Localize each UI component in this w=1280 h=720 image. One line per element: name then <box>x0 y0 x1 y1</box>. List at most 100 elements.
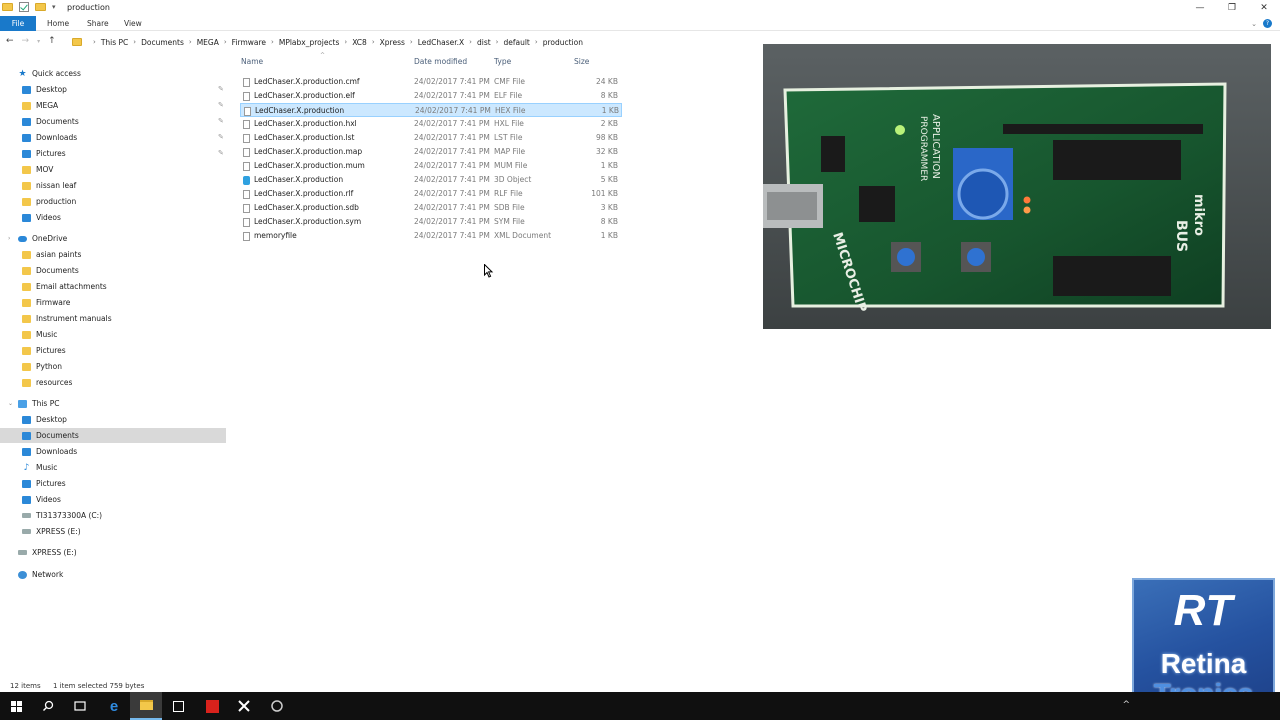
nav-item-firmware[interactable]: Firmware <box>22 295 70 310</box>
nav-quick-access[interactable]: ★ Quick access <box>18 66 80 81</box>
nav-item-email-attachments[interactable]: Email attachments <box>22 279 107 294</box>
breadcrumb-item[interactable]: › MPlabx_projects <box>266 38 339 47</box>
nav-item-videos[interactable]: Videos <box>22 210 61 225</box>
breadcrumb-item[interactable]: › MEGA <box>184 38 219 47</box>
restore-button[interactable]: ❐ <box>1216 0 1248 16</box>
pin-icon[interactable]: ✎ <box>218 133 224 141</box>
expand-chevron-icon[interactable]: › <box>8 235 10 242</box>
crumb-xc8[interactable]: XC8 <box>352 38 367 47</box>
nav-item-resources[interactable]: resources <box>22 375 72 390</box>
tab-view[interactable]: View <box>124 16 142 31</box>
crumb-dist[interactable]: dist <box>477 38 491 47</box>
breadcrumb-item[interactable]: › default <box>491 38 530 47</box>
crumb-default[interactable]: default <box>503 38 529 47</box>
windows-logo-icon[interactable] <box>0 692 32 720</box>
tab-share[interactable]: Share <box>87 16 109 31</box>
file-row[interactable]: LedChaser.X.production 24/02/2017 7:41 PM… <box>240 103 622 117</box>
file-row[interactable]: LedChaser.X.production.mum 24/02/2017 7:4… <box>240 159 622 173</box>
crumb-mplabx-projects[interactable]: MPlabx_projects <box>279 38 340 47</box>
file-row[interactable]: LedChaser.X.production.map 24/02/2017 7:4… <box>240 145 622 159</box>
crumb-this-pc[interactable]: This PC <box>101 38 128 47</box>
close-button[interactable]: ✕ <box>1248 0 1280 16</box>
nav-item-pictures[interactable]: Pictures <box>22 146 66 161</box>
customize-toolbar-icon[interactable]: ▾ <box>52 3 56 11</box>
breadcrumb-item[interactable]: › This PC <box>88 38 128 47</box>
mplab-icon[interactable] <box>228 692 260 720</box>
nav-item-asian-paints[interactable]: asian paints <box>22 247 81 262</box>
file-row[interactable]: LedChaser.X.production.sym 24/02/2017 7:4… <box>240 215 622 229</box>
nav-item-documents[interactable]: Documents <box>22 114 79 129</box>
tray-chevron-icon[interactable]: ^ <box>1122 700 1130 710</box>
nav-item-od-music[interactable]: Music <box>22 327 57 342</box>
column-header-type[interactable]: Type <box>494 57 511 69</box>
crumb-production[interactable]: production <box>543 38 583 47</box>
breadcrumb-item[interactable]: › Xpress <box>367 38 405 47</box>
nav-item-downloads[interactable]: Downloads <box>22 130 77 145</box>
crumb-documents[interactable]: Documents <box>141 38 184 47</box>
help-icon[interactable]: ? <box>1263 19 1272 28</box>
nav-item-pc-documents[interactable]: Documents <box>22 428 79 443</box>
nav-item-pc-pictures[interactable]: Pictures <box>22 476 66 491</box>
nav-network[interactable]: Network <box>18 567 63 582</box>
pin-icon[interactable]: ✎ <box>218 149 224 157</box>
tab-home[interactable]: Home <box>47 16 69 31</box>
pin-icon[interactable]: ✎ <box>218 117 224 125</box>
folder-icon[interactable] <box>2 3 13 11</box>
nav-item-desktop[interactable]: Desktop <box>22 82 67 97</box>
up-arrow-icon[interactable]: ↑ <box>48 36 56 46</box>
nav-onedrive[interactable]: OneDrive <box>18 231 67 246</box>
crumb-mega[interactable]: MEGA <box>197 38 219 47</box>
file-row[interactable]: LedChaser.X.production.sdb 24/02/2017 7:4… <box>240 201 622 215</box>
crumb-firmware[interactable]: Firmware <box>232 38 266 47</box>
file-row[interactable]: LedChaser.X.production.rlf 24/02/2017 7:4… <box>240 187 622 201</box>
pin-icon[interactable]: ✎ <box>218 85 224 93</box>
breadcrumb-item[interactable]: › Documents <box>128 38 184 47</box>
expand-ribbon-icon[interactable]: ⌄ <box>1251 20 1257 28</box>
tab-file[interactable]: File <box>0 16 36 31</box>
nav-item-instrument-manuals[interactable]: Instrument manuals <box>22 311 112 326</box>
nav-xpress-drive[interactable]: XPRESS (E:) <box>18 545 77 560</box>
forward-arrow-icon[interactable]: → <box>22 36 30 46</box>
nav-item-drive-e[interactable]: XPRESS (E:) <box>22 524 81 539</box>
file-row[interactable]: LedChaser.X.production.cmf 24/02/2017 7:4… <box>240 75 622 89</box>
nav-item-pc-videos[interactable]: Videos <box>22 492 61 507</box>
column-header-name[interactable]: Name <box>241 57 263 69</box>
nav-item-pc-desktop[interactable]: Desktop <box>22 412 67 427</box>
column-header-date[interactable]: Date modified <box>414 57 467 69</box>
breadcrumb-item[interactable]: › XC8 <box>339 38 366 47</box>
file-explorer-icon[interactable] <box>130 692 162 720</box>
properties-icon[interactable] <box>19 2 29 12</box>
pin-icon[interactable]: ✎ <box>218 101 224 109</box>
nav-this-pc[interactable]: This PC <box>18 396 59 411</box>
recent-locations-icon[interactable]: ▾ <box>37 38 40 46</box>
file-row[interactable]: LedChaser.X.production 24/02/2017 7:41 PM… <box>240 173 622 187</box>
nav-item-mega[interactable]: MEGA <box>22 98 58 113</box>
task-view-icon[interactable] <box>64 692 96 720</box>
breadcrumb-item[interactable]: › production <box>530 38 583 47</box>
file-row[interactable]: memoryfile 24/02/2017 7:41 PM XML Document… <box>240 229 622 243</box>
nav-item-production[interactable]: production <box>22 194 76 209</box>
nav-item-nissan-leaf[interactable]: nissan leaf <box>22 178 76 193</box>
crumb-xpress[interactable]: Xpress <box>380 38 405 47</box>
nav-item-python[interactable]: Python <box>22 359 62 374</box>
nav-item-od-documents[interactable]: Documents <box>22 263 79 278</box>
nav-item-mov[interactable]: MOV <box>22 162 53 177</box>
file-row[interactable]: LedChaser.X.production.hxl 24/02/2017 7:4… <box>240 117 622 131</box>
breadcrumb[interactable]: › This PC › Documents › MEGA › Firmware › MPl… <box>72 34 583 50</box>
minimize-button[interactable]: — <box>1184 0 1216 16</box>
nav-item-od-pictures[interactable]: Pictures <box>22 343 66 358</box>
expand-chevron-icon[interactable]: ⌄ <box>8 400 13 407</box>
acrobat-icon[interactable] <box>196 692 228 720</box>
crumb-ledchaser[interactable]: LedChaser.X <box>418 38 464 47</box>
edge-icon[interactable]: e <box>98 692 130 720</box>
column-header-size[interactable]: Size <box>574 57 589 69</box>
file-row[interactable]: LedChaser.X.production.elf 24/02/2017 7:4… <box>240 89 622 103</box>
search-icon[interactable] <box>32 692 64 720</box>
breadcrumb-item[interactable]: › dist <box>464 38 491 47</box>
breadcrumb-item[interactable]: › LedChaser.X <box>405 38 464 47</box>
file-row[interactable]: LedChaser.X.production.lst 24/02/2017 7:4… <box>240 131 622 145</box>
nav-item-pc-downloads[interactable]: Downloads <box>22 444 77 459</box>
back-arrow-icon[interactable]: ← <box>6 36 14 46</box>
tool-icon[interactable] <box>261 692 293 720</box>
nav-item-drive-c[interactable]: TI31373300A (C:) <box>22 508 102 523</box>
